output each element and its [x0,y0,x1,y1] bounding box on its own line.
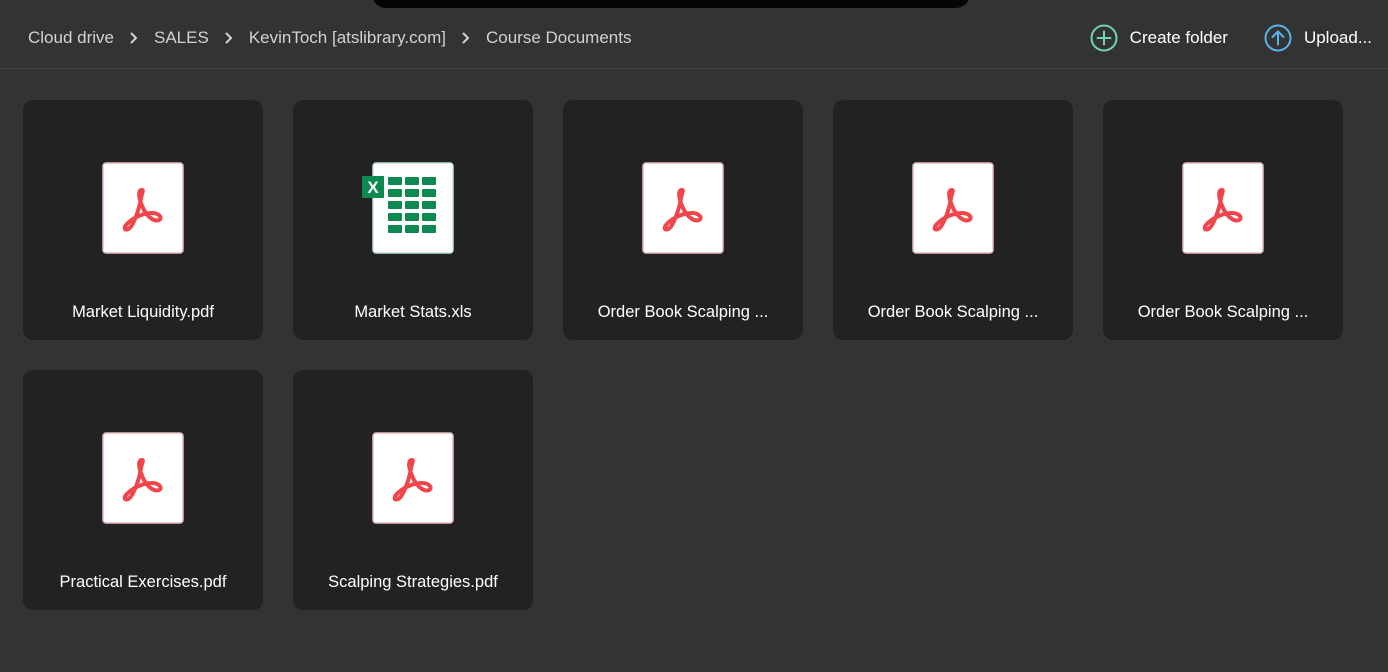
file-tile[interactable]: Market Liquidity.pdf [23,100,263,340]
file-tile[interactable]: Order Book Scalping ... [833,100,1073,340]
file-tile[interactable]: X Market Stats.xls [293,100,533,340]
breadcrumb-item-cloud-drive[interactable]: Cloud drive [28,28,114,48]
breadcrumb-item-sales[interactable]: SALES [154,28,209,48]
file-name: Order Book Scalping ... [597,303,769,321]
file-grid: Market Liquidity.pdf X Market Stats.xls [23,100,1343,610]
pdf-icon [1182,162,1264,254]
file-tile[interactable]: Order Book Scalping ... [563,100,803,340]
chevron-right-icon [446,32,486,44]
file-name: Order Book Scalping ... [1137,303,1309,321]
pdf-icon [642,162,724,254]
file-name: Scalping Strategies.pdf [328,573,498,591]
file-tile[interactable]: Order Book Scalping ... [1103,100,1343,340]
excel-icon: X [362,162,454,254]
create-folder-button[interactable]: Create folder [1090,24,1228,52]
pdf-icon [102,162,184,254]
chevron-right-icon [114,32,154,44]
plus-circle-icon [1090,24,1118,52]
upload-button[interactable]: Upload... [1264,24,1372,52]
upload-arrow-icon [1264,24,1292,52]
chevron-right-icon [209,32,249,44]
create-folder-label: Create folder [1129,28,1228,47]
file-name: Practical Exercises.pdf [59,573,227,591]
breadcrumb: Cloud drive SALES KevinToch [atslibrary.… [28,28,631,48]
file-tile[interactable]: Practical Exercises.pdf [23,370,263,610]
pdf-icon [912,162,994,254]
excel-letter: X [367,178,379,197]
pdf-icon [102,432,184,524]
header-bar: Cloud drive SALES KevinToch [atslibrary.… [0,0,1388,69]
file-name: Market Stats.xls [354,303,472,321]
header-actions: Create folder Upload... [1090,24,1372,52]
file-name: Order Book Scalping ... [867,303,1039,321]
breadcrumb-item-kevintoch[interactable]: KevinToch [atslibrary.com] [249,28,446,48]
pdf-icon [372,432,454,524]
file-tile[interactable]: Scalping Strategies.pdf [293,370,533,610]
breadcrumb-item-course-documents[interactable]: Course Documents [486,28,632,48]
upload-label: Upload... [1303,28,1372,47]
file-name: Market Liquidity.pdf [72,303,214,321]
